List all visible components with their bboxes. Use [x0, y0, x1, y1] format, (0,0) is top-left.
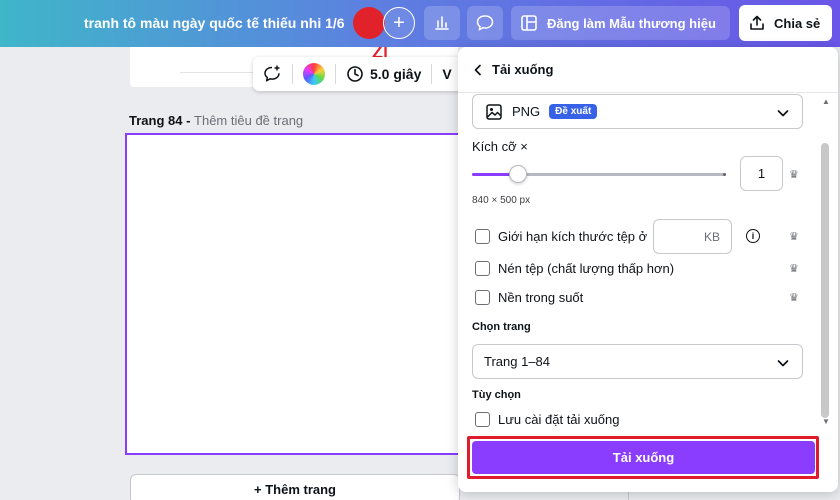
back-button[interactable]: Tải xuống	[473, 62, 553, 77]
separator	[335, 64, 336, 84]
add-page-title[interactable]: Thêm tiêu đề trang	[194, 113, 303, 128]
file-type-value: PNG	[512, 104, 541, 119]
size-slider-handle[interactable]	[509, 165, 527, 183]
page-canvas[interactable]	[125, 133, 465, 455]
download-panel: Tải xuống ▲ ▼ PNG Đề xuất Kích cỡ × 1 ♛ …	[458, 47, 838, 492]
duration-value: 5.0 giây	[370, 66, 422, 82]
plus-icon: +	[393, 11, 405, 34]
separator	[431, 64, 433, 84]
file-type-select[interactable]: PNG Đề xuất	[472, 94, 803, 129]
file-size-input[interactable]: KB	[653, 219, 732, 254]
page-toolbar: 5.0 giây V	[253, 57, 463, 91]
limit-size-label: Giới hạn kích thước tệp ở	[498, 229, 648, 244]
brand-template-label: Đăng làm Mẫu thương hiệu	[547, 15, 716, 31]
scroll-down-arrow[interactable]: ▼	[822, 417, 830, 426]
recommended-badge: Đề xuất	[549, 104, 598, 119]
add-comment-icon[interactable]	[262, 64, 282, 84]
image-icon	[486, 103, 502, 120]
size-input[interactable]: 1	[740, 156, 783, 191]
toolbar-truncated-item[interactable]: V	[442, 66, 451, 82]
add-page-button[interactable]: + Thêm trang	[130, 474, 460, 500]
select-pages-label: Chọn trang	[472, 321, 531, 333]
kb-unit: KB	[703, 229, 720, 244]
color-wheel-icon[interactable]	[303, 63, 325, 85]
crown-icon: ♛	[789, 292, 799, 304]
clock-icon	[347, 66, 363, 82]
save-settings-option[interactable]: Lưu cài đặt tải xuống	[475, 412, 619, 427]
limit-size-option[interactable]: Giới hạn kích thước tệp ở	[475, 229, 647, 244]
chevron-down-icon	[777, 360, 789, 367]
upload-icon	[750, 15, 764, 30]
save-settings-checkbox[interactable]	[475, 412, 490, 427]
compress-option[interactable]: Nén tệp (chất lượng thấp hơn)	[475, 261, 674, 276]
transparent-option[interactable]: Nền trong suốt	[475, 290, 583, 305]
transparent-label: Nền trong suốt	[498, 290, 584, 305]
comment-icon	[476, 15, 494, 31]
comments-button[interactable]	[467, 6, 503, 40]
chevron-down-icon	[777, 110, 789, 117]
crown-icon: ♛	[789, 231, 799, 243]
download-button[interactable]: Tải xuống	[472, 441, 815, 474]
save-settings-label: Lưu cài đặt tải xuống	[498, 412, 620, 427]
insights-button[interactable]	[424, 6, 460, 40]
scroll-up-arrow[interactable]: ▲	[822, 97, 830, 106]
invite-button[interactable]: +	[383, 7, 415, 39]
panel-title: Tải xuống	[492, 62, 554, 77]
divider	[458, 92, 838, 93]
share-label: Chia sẻ	[774, 15, 821, 31]
dimensions-text: 840 × 500 px	[472, 195, 531, 206]
page-label: Trang 84 - Thêm tiêu đề trang	[129, 113, 303, 128]
compress-checkbox[interactable]	[475, 261, 490, 276]
separator	[292, 64, 293, 84]
slider-end-dot	[723, 173, 726, 176]
crown-icon: ♛	[789, 169, 799, 181]
template-icon	[521, 15, 537, 31]
crown-icon: ♛	[789, 263, 799, 275]
document-title[interactable]: tranh tô màu ngày quốc tế thiếu nhi 1/6	[84, 15, 345, 31]
limit-size-checkbox[interactable]	[475, 229, 490, 244]
avatar[interactable]	[353, 7, 385, 39]
page-select-value: Trang 1–84	[484, 354, 551, 369]
info-icon[interactable]: i	[746, 229, 760, 243]
page-number: Trang 84 -	[129, 113, 195, 128]
duration-button[interactable]: 5.0 giây	[346, 65, 421, 83]
share-button[interactable]: Chia sẻ	[739, 5, 832, 41]
options-label: Tùy chọn	[472, 389, 521, 401]
transparent-checkbox[interactable]	[475, 290, 490, 305]
compress-label: Nén tệp (chất lượng thấp hơn)	[498, 261, 675, 276]
chevron-left-icon	[474, 64, 481, 75]
size-label: Kích cỡ ×	[472, 139, 528, 154]
scrollbar[interactable]	[821, 143, 829, 418]
page-select[interactable]: Trang 1–84	[472, 344, 803, 379]
brand-template-button[interactable]: Đăng làm Mẫu thương hiệu	[511, 6, 730, 40]
top-bar: tranh tô màu ngày quốc tế thiếu nhi 1/6 …	[0, 0, 840, 47]
bar-chart-icon	[435, 16, 449, 30]
